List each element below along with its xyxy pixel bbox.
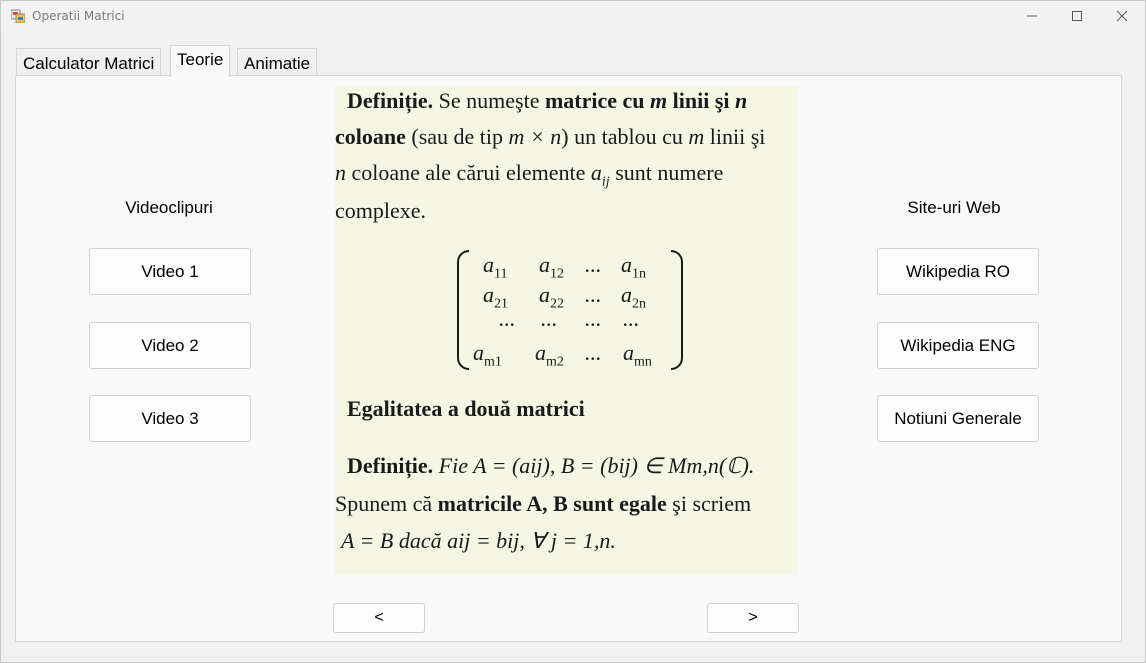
- maximize-button[interactable]: [1054, 1, 1100, 31]
- theory-line-7: A = B dacă aij = bij, ∀ j = 1,n.: [341, 528, 616, 554]
- matrix-cell: amn: [623, 340, 652, 370]
- previous-button[interactable]: <: [333, 603, 425, 633]
- text: ij: [601, 174, 610, 190]
- next-button[interactable]: >: [707, 603, 799, 633]
- video-1-button[interactable]: Video 1: [89, 248, 251, 295]
- definition-label: Definiție.: [347, 88, 434, 113]
- wikipedia-ro-button[interactable]: Wikipedia RO: [877, 248, 1039, 295]
- tab-teorie[interactable]: Teorie: [170, 45, 231, 77]
- matrix-cell: ...: [585, 252, 602, 277]
- videoclipuri-heading: Videoclipuri: [125, 198, 213, 217]
- text: m × n: [508, 124, 562, 149]
- minimize-button[interactable]: [1009, 1, 1055, 31]
- text: şi scriem: [672, 491, 752, 516]
- matrix-cell: am2: [535, 340, 564, 370]
- matrix-display: a11 a12 ... a1n a21 a22 ... a2n ... ... …: [457, 248, 683, 370]
- text: m: [650, 88, 668, 113]
- video-3-button[interactable]: Video 3: [89, 395, 251, 442]
- theory-line-6: Spunem că matricile A, B sunt egale şi s…: [335, 491, 751, 517]
- text: Se numeşte: [438, 88, 540, 113]
- matrix-left-paren: [457, 250, 469, 370]
- text: matricile A, B sunt egale: [437, 491, 667, 516]
- wikipedia-eng-button[interactable]: Wikipedia ENG: [877, 322, 1039, 369]
- text: n: [735, 88, 748, 113]
- theory-line-5: Definiție. Fie A = (aij), B = (bij) ∈ Mm…: [347, 453, 754, 479]
- theory-line-1: Definiție. Se numeşte matrice cu m linii…: [347, 88, 747, 114]
- text: (sau de tip: [411, 124, 504, 149]
- text: coloane ale cărui elemente: [351, 160, 586, 185]
- video-2-button[interactable]: Video 2: [89, 322, 251, 369]
- close-icon: [1116, 10, 1128, 22]
- text: m: [688, 124, 705, 149]
- maximize-icon: [1072, 11, 1082, 21]
- matrix-right-paren: [671, 250, 683, 370]
- text: matrice cu: [544, 88, 645, 113]
- minimize-icon: [1027, 15, 1037, 17]
- theory-line-4: complexe.: [335, 198, 427, 223]
- text: linii şi: [672, 88, 730, 113]
- text: linii şi: [709, 124, 766, 149]
- theory-heading-2: Egalitatea a două matrici: [347, 396, 585, 422]
- text: coloane: [335, 124, 406, 149]
- title-bar: Operatii Matrici: [1, 1, 1145, 31]
- matrix-cell: a12: [539, 252, 564, 282]
- matrix-cell: ...: [541, 306, 558, 331]
- tab-animatie[interactable]: Animatie: [237, 48, 318, 76]
- text: A = B dacă aij = bij, ∀ j = 1,n.: [341, 528, 616, 553]
- text: Definiție.: [347, 453, 434, 478]
- window-title: Operatii Matrici: [32, 9, 125, 23]
- app-window: Operatii Matrici Calculator Matrici Teor…: [0, 0, 1146, 663]
- theory-line-3: n coloane ale cărui elemente aij sunt nu…: [335, 160, 723, 190]
- matrix-cell: ...: [585, 306, 602, 331]
- text: Spunem că: [335, 491, 433, 516]
- site-uri-web-heading: Site-uri Web: [907, 198, 1001, 217]
- matrix-cell: ...: [585, 282, 602, 307]
- text: a: [590, 160, 602, 185]
- matrix-cell: ...: [585, 340, 602, 365]
- theory-line-2: coloane (sau de tip m × n) un tablou cu …: [335, 124, 765, 150]
- text: Fie A = (aij), B = (bij) ∈ Mm,n(ℂ).: [438, 453, 755, 478]
- matrix-cell: ...: [623, 306, 640, 331]
- matrix-cell: ...: [499, 306, 516, 331]
- tab-calculator-matrici[interactable]: Calculator Matrici: [16, 48, 162, 76]
- matrix-cell: a11: [483, 252, 508, 282]
- theory-image: Definiție. Se numeşte matrice cu m linii…: [335, 86, 798, 575]
- matrix-cell: a1n: [621, 252, 646, 282]
- text: Egalitatea a două matrici: [347, 396, 585, 421]
- text: sunt numere: [615, 160, 724, 185]
- text: ) un tablou cu: [561, 124, 683, 149]
- close-button[interactable]: [1099, 1, 1145, 31]
- matrix-cell: am1: [473, 340, 502, 370]
- app-icon: [11, 9, 25, 23]
- notiuni-generale-button[interactable]: Notiuni Generale: [877, 395, 1039, 442]
- text: n: [335, 160, 346, 185]
